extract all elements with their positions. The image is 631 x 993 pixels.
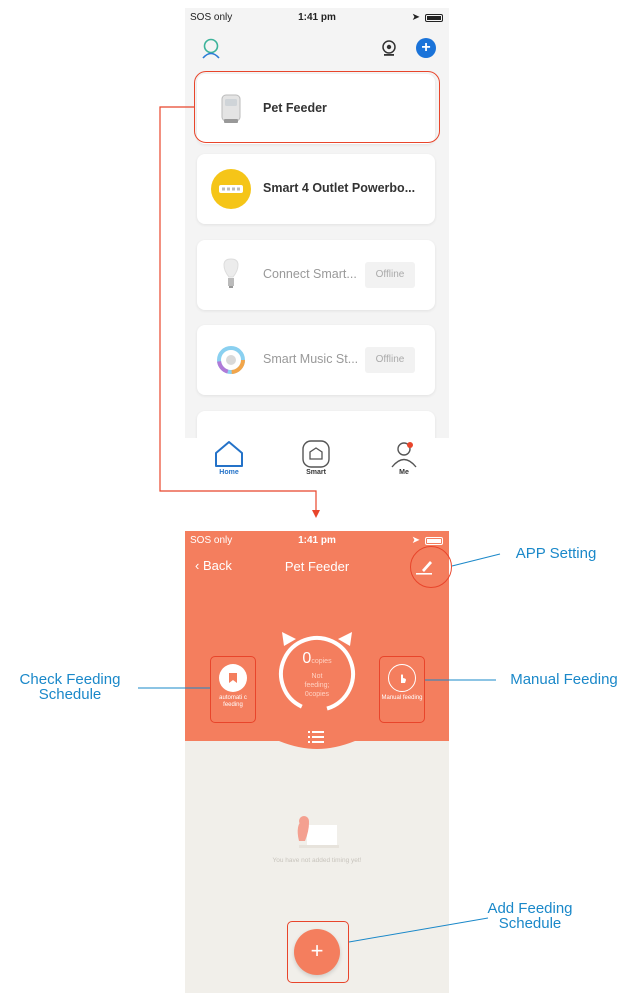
tab-label: Me <box>399 469 409 476</box>
location-icon: ➤ <box>411 12 420 23</box>
music-strip-icon <box>217 346 245 374</box>
feeding-status: Not feeding; 0copies <box>304 673 330 698</box>
device-card-powerboard[interactable]: Smart 4 Outlet Powerbo... <box>197 154 435 224</box>
light-bulb-icon <box>223 258 239 288</box>
annotation-app-setting: APP Setting <box>515 545 597 562</box>
offline-badge: Offline <box>365 347 415 373</box>
status-time: 1:41 pm <box>298 535 336 546</box>
powerboard-icon <box>211 169 251 209</box>
tab-bar: Home Smart Me <box>185 438 449 486</box>
check-schedule-highlight <box>210 656 256 723</box>
camera-icon[interactable] <box>380 39 398 57</box>
battery-icon <box>425 536 443 545</box>
location-icon: ➤ <box>411 535 420 546</box>
device-name: Connect Smart... <box>263 267 357 281</box>
home-logo-icon[interactable] <box>200 37 222 59</box>
device-name: Smart Music St... <box>263 352 359 366</box>
offline-badge: Offline <box>365 262 415 288</box>
smart-icon <box>302 440 330 468</box>
device-card-music-strip[interactable]: Smart Music St... Offline <box>197 325 435 395</box>
tab-home[interactable]: Home <box>204 440 254 476</box>
status-time: 1:41 pm <box>298 12 336 23</box>
status-bar: SOS only 1:41 pm ➤ <box>185 8 449 30</box>
empty-state-message: You have not added timing yet! <box>272 857 362 864</box>
annotation-manual-feeding: Manual Feeding <box>510 671 618 688</box>
tab-label: Smart <box>306 469 326 476</box>
tab-smart[interactable]: Smart <box>291 440 341 476</box>
add-schedule-highlight <box>287 921 349 983</box>
manual-feeding-highlight <box>379 656 425 723</box>
status-bar: SOS only 1:41 pm ➤ <box>185 531 449 553</box>
list-icon[interactable] <box>307 730 325 744</box>
feeding-unit: copies <box>311 658 332 665</box>
home-icon <box>215 441 243 467</box>
profile-icon <box>391 442 417 468</box>
device-card-smart-bulb[interactable]: Connect Smart... Offline <box>197 240 435 310</box>
add-device-icon[interactable]: + <box>416 38 436 58</box>
empty-state-illustration <box>297 816 339 848</box>
feeding-count: 0 <box>302 650 312 667</box>
dial-text: 0copies Not feeding; 0copies <box>272 626 362 716</box>
pet-feeder-highlight <box>194 71 440 143</box>
tab-label: Home <box>219 469 239 476</box>
battery-icon <box>425 13 443 22</box>
home-header: + <box>185 32 449 68</box>
device-name: Smart 4 Outlet Powerbo... <box>263 181 416 195</box>
app-setting-highlight <box>410 546 452 588</box>
annotation-check-schedule: Check Feeding Schedule <box>19 671 121 703</box>
tab-me[interactable]: Me <box>379 440 429 476</box>
annotation-add-schedule: Add Feeding Schedule <box>487 900 573 932</box>
